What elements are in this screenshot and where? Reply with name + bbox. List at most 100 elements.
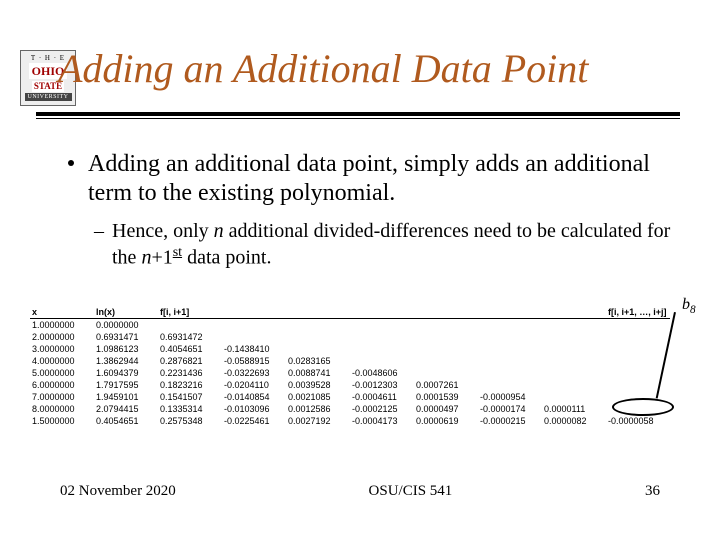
- table-cell: [542, 343, 606, 355]
- table-cell: 2.0794415: [94, 403, 158, 415]
- table-cell: 0.0021085: [286, 391, 350, 403]
- table-cell: -0.0004611: [350, 391, 414, 403]
- table-cell: 0.0012586: [286, 403, 350, 415]
- table-cell: 0.0000111: [542, 403, 606, 415]
- table-row: 1.50000000.40546510.2575348-0.02254610.0…: [30, 415, 670, 427]
- table-cell: 1.5000000: [30, 415, 94, 427]
- table-cell: -0.0000174: [478, 403, 542, 415]
- table-header-cell: f[i, i+1]: [158, 306, 222, 319]
- table-cell: [606, 355, 670, 367]
- table-cell: -0.0048606: [350, 367, 414, 379]
- table-cell: -0.1438410: [222, 343, 286, 355]
- table-cell: 0.0088741: [286, 367, 350, 379]
- table-cell: -0.0000215: [478, 415, 542, 427]
- table-cell: [478, 367, 542, 379]
- table-cell: 0.4054651: [94, 415, 158, 427]
- table-cell: [542, 319, 606, 332]
- table-cell: [414, 343, 478, 355]
- table-cell: 1.3862944: [94, 355, 158, 367]
- table-header-cell: x: [30, 306, 94, 319]
- table-cell: 0.2575348: [158, 415, 222, 427]
- table-cell: 1.6094379: [94, 367, 158, 379]
- table-cell: -0.0204110: [222, 379, 286, 391]
- table-cell: [606, 391, 670, 403]
- bullet-2-n1: n: [141, 246, 151, 268]
- table-cell: 0.4054651: [158, 343, 222, 355]
- footer-date: 02 November 2020: [60, 483, 176, 500]
- table-cell: 5.0000000: [30, 367, 94, 379]
- table-cell: 0.1541507: [158, 391, 222, 403]
- table-cell: 0.6931471: [94, 331, 158, 343]
- table-cell: [286, 319, 350, 332]
- table-cell: 0.0007261: [414, 379, 478, 391]
- table-row: 6.00000001.79175950.1823216-0.02041100.0…: [30, 379, 670, 391]
- table-cell: 1.9459101: [94, 391, 158, 403]
- table-cell: [542, 331, 606, 343]
- table-cell: [542, 367, 606, 379]
- table-cell: [478, 379, 542, 391]
- table-cell: 4.0000000: [30, 355, 94, 367]
- logo-line-4: UNIVERSITY: [25, 93, 72, 101]
- divided-differences-table: xln(x)f[i, i+1]f[i, i+1, …, i+j] 1.00000…: [30, 306, 670, 427]
- table-cell: [414, 367, 478, 379]
- table-cell: 0.1823216: [158, 379, 222, 391]
- bullet-1-text: Adding an additional data point, simply …: [88, 151, 650, 206]
- table-cell: 0.0000000: [94, 319, 158, 332]
- slide-title: Adding an Additional Data Point: [58, 48, 690, 90]
- table-cell: 8.0000000: [30, 403, 94, 415]
- b8-letter: b: [682, 296, 690, 313]
- table-header-cell: [478, 306, 542, 319]
- table-cell: [222, 331, 286, 343]
- table-cell: [350, 319, 414, 332]
- table-cell: -0.0004173: [350, 415, 414, 427]
- table-cell: [350, 355, 414, 367]
- table-cell: [414, 319, 478, 332]
- table-cell: -0.0002125: [350, 403, 414, 415]
- table-cell: 0.0027192: [286, 415, 350, 427]
- table-cell: [542, 391, 606, 403]
- b8-subscript: 8: [690, 304, 696, 316]
- table-cell: 1.0000000: [30, 319, 94, 332]
- table-row: 4.00000001.38629440.2876821-0.05889150.0…: [30, 355, 670, 367]
- body-text: Adding an additional data point, simply …: [60, 150, 672, 270]
- table-cell: -0.0588915: [222, 355, 286, 367]
- table-cell: 0.0283165: [286, 355, 350, 367]
- table-cell: [158, 319, 222, 332]
- table-cell: [606, 319, 670, 332]
- table-cell: 0.0000082: [542, 415, 606, 427]
- table-cell: [222, 319, 286, 332]
- table-cell: [350, 343, 414, 355]
- bullet-dash-icon: –: [94, 219, 104, 244]
- bullet-2-pre: Hence, only: [112, 220, 214, 242]
- table-cell: 6.0000000: [30, 379, 94, 391]
- table-cell: 0.0039528: [286, 379, 350, 391]
- table-cell: 7.0000000: [30, 391, 94, 403]
- footer-course: OSU/CIS 541: [369, 483, 453, 500]
- table-cell: 0.0000497: [414, 403, 478, 415]
- table-cell: -0.0322693: [222, 367, 286, 379]
- bullet-2-sup: st: [173, 245, 182, 260]
- table-cell: -0.0225461: [222, 415, 286, 427]
- table-cell: [542, 355, 606, 367]
- table-cell: [478, 355, 542, 367]
- table-header-cell: f[i, i+1, …, i+j]: [606, 306, 670, 319]
- table-cell: 0.2876821: [158, 355, 222, 367]
- slide-footer: 02 November 2020 OSU/CIS 541 36: [60, 483, 660, 500]
- table-header-cell: [414, 306, 478, 319]
- table-row: 2.00000000.69314710.6931472: [30, 331, 670, 343]
- table-cell: 0.0001539: [414, 391, 478, 403]
- table-row: 1.00000000.0000000: [30, 319, 670, 332]
- bullet-2-plus: +1: [151, 246, 172, 268]
- table-header-cell: [286, 306, 350, 319]
- table-header-cell: [222, 306, 286, 319]
- title-rule: [36, 112, 680, 119]
- table-cell: [414, 355, 478, 367]
- table-cell: [286, 331, 350, 343]
- bullet-level-2: – Hence, only n additional divided-diffe…: [60, 219, 672, 271]
- table-cell: [542, 379, 606, 391]
- table-cell: 0.2231436: [158, 367, 222, 379]
- table-cell: 0.1335314: [158, 403, 222, 415]
- annotation-b8: b8: [682, 296, 696, 316]
- table-cell: [286, 343, 350, 355]
- table-cell: 2.0000000: [30, 331, 94, 343]
